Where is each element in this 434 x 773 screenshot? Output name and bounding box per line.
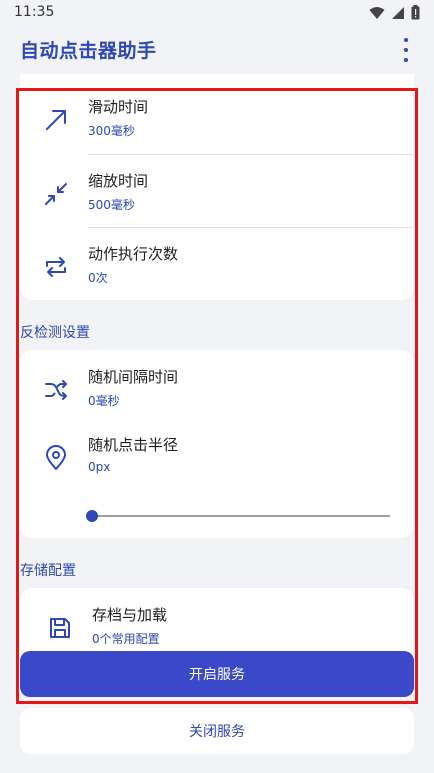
battery-icon	[411, 5, 420, 20]
repeat-count-row[interactable]: 动作执行次数 0次	[20, 231, 414, 303]
status-time: 11:35	[14, 4, 55, 20]
status-bar: 11:35	[0, 0, 434, 26]
random-radius-value: 0px	[88, 460, 111, 474]
random-interval-title: 随机间隔时间	[88, 368, 179, 386]
swipe-time-value: 300毫秒	[88, 124, 135, 138]
slider-track	[88, 515, 390, 517]
zoom-time-value: 500毫秒	[88, 198, 135, 212]
radius-slider[interactable]	[86, 508, 390, 524]
slider-thumb[interactable]	[86, 510, 98, 522]
app-title: 自动点击器助手	[20, 40, 157, 62]
anti-detection-card: 随机间隔时间 0毫秒 随机点击半径 0px	[20, 350, 414, 538]
repeat-icon	[46, 257, 66, 277]
app-bar: 自动点击器助手	[0, 26, 434, 74]
save-icon	[50, 618, 70, 638]
repeat-count-value: 0次	[88, 271, 108, 285]
zoom-time-row[interactable]: 缩放时间 500毫秒	[20, 158, 414, 230]
repeat-count-title: 动作执行次数	[88, 245, 179, 263]
signal-icon	[392, 6, 404, 19]
stop-service-button[interactable]: 关闭服务	[20, 708, 414, 754]
random-interval-row[interactable]: 随机间隔时间 0毫秒	[20, 354, 414, 426]
pinch-zoom-icon	[45, 183, 67, 205]
save-load-value: 0个常用配置	[92, 632, 160, 646]
divider	[88, 227, 414, 228]
timing-settings-card: 滑动时间 300毫秒 缩放时间 500毫秒 动作执行次数 0次	[20, 84, 414, 300]
random-interval-value: 0毫秒	[88, 394, 120, 408]
zoom-time-title: 缩放时间	[88, 172, 149, 190]
wifi-icon	[369, 6, 385, 19]
divider	[88, 154, 414, 155]
random-radius-title: 随机点击半径	[88, 436, 179, 454]
location-pin-icon	[46, 445, 66, 470]
anti-detection-header: 反检测设置	[20, 325, 90, 341]
shuffle-icon	[45, 380, 67, 400]
save-load-title: 存档与加载	[92, 606, 168, 624]
storage-header: 存储配置	[20, 563, 76, 579]
overflow-menu-icon[interactable]	[398, 38, 414, 62]
status-icons	[369, 5, 420, 20]
random-radius-row[interactable]: 随机点击半径 0px	[20, 422, 414, 494]
swipe-time-title: 滑动时间	[88, 98, 149, 116]
start-service-button[interactable]: 开启服务	[20, 651, 414, 697]
swipe-arrow-icon	[46, 110, 66, 130]
swipe-time-row[interactable]: 滑动时间 300毫秒	[20, 84, 414, 156]
